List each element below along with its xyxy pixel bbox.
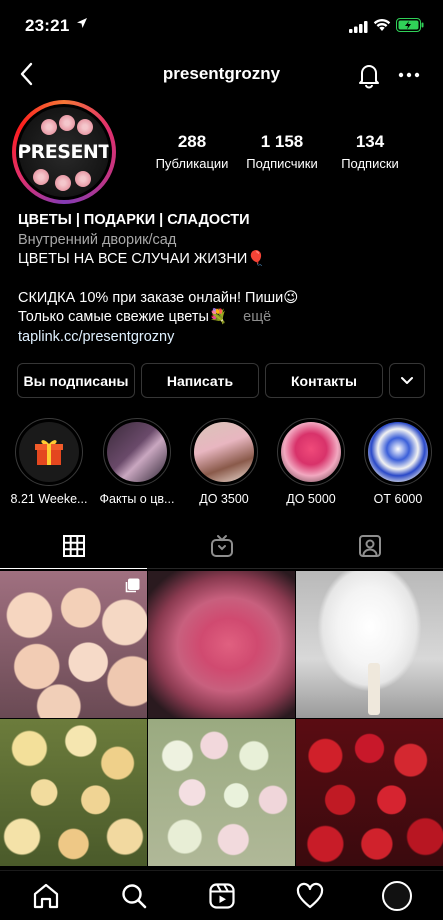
stat-label: Публикации <box>155 156 229 171</box>
notification-bell-icon[interactable] <box>355 61 383 89</box>
stat-value: 1 158 <box>260 132 304 151</box>
highlight-item[interactable]: 8.21 Weeke... <box>6 418 92 506</box>
highlight-item[interactable]: Факты о цв... <box>94 418 180 506</box>
profile-tab-avatar[interactable] <box>382 881 412 911</box>
highlight-label: Факты о цв... <box>99 492 175 506</box>
post-thumbnail[interactable] <box>296 719 443 866</box>
cellular-signal-icon <box>349 21 368 33</box>
home-icon[interactable] <box>31 881 61 911</box>
avatar-logo: PRESENT <box>19 107 109 197</box>
multiple-photos-icon <box>125 578 140 593</box>
bio-more-link[interactable]: ещё <box>243 309 271 325</box>
grid-icon <box>62 534 85 557</box>
highlight-label: ОТ 6000 <box>373 492 423 506</box>
post-thumbnail[interactable] <box>296 571 443 718</box>
stat-posts[interactable]: 288 Публикации <box>150 132 234 171</box>
post-thumbnail[interactable] <box>0 719 147 866</box>
highlight-item[interactable]: ДО 3500 <box>181 418 267 506</box>
tv-icon <box>210 535 233 557</box>
contacts-button[interactable]: Контакты <box>265 363 383 398</box>
more-options-icon[interactable] <box>396 61 422 89</box>
message-button[interactable]: Написать <box>141 363 259 398</box>
status-time: 23:21 <box>25 16 70 35</box>
tab-tagged[interactable] <box>296 523 443 569</box>
profile-avatar[interactable]: PRESENT <box>12 100 116 204</box>
profile-actions: Вы подписаны Написать Контакты <box>17 363 425 398</box>
bio-line: ЦВЕТЫ НА ВСЕ СЛУЧАИ ЖИЗНИ🎈 <box>18 251 266 267</box>
top-nav: presentgrozny <box>0 52 443 98</box>
profile-stats: 288 Публикации 1 158 Подписчики 134 Подп… <box>150 132 410 171</box>
status-bar: 23:21 <box>0 0 443 52</box>
profile-name: ЦВЕТЫ | ПОДАРКИ | СЛАДОСТИ <box>18 212 250 228</box>
highlight-label: ДО 5000 <box>286 492 336 506</box>
profile-bio: ЦВЕТЫ | ПОДАРКИ | СЛАДОСТИ Внутренний дв… <box>18 211 428 347</box>
highlight-item[interactable]: ОТ 6000 <box>355 418 441 506</box>
search-icon[interactable] <box>119 881 149 911</box>
post-thumbnail[interactable] <box>148 719 295 866</box>
bio-line: Только самые свежие цветы💐 <box>18 309 228 325</box>
highlight-thumbnail <box>281 422 341 482</box>
post-thumbnail[interactable] <box>148 571 295 718</box>
following-button[interactable]: Вы подписаны <box>17 363 135 398</box>
highlight-label: ДО 3500 <box>199 492 249 506</box>
stat-followers[interactable]: 1 158 Подписчики <box>234 132 330 171</box>
highlight-item[interactable]: ДО 5000 <box>268 418 354 506</box>
gift-box-icon <box>19 422 79 482</box>
reels-icon[interactable] <box>207 881 237 911</box>
posts-grid <box>0 571 443 866</box>
avatar-logo-text: PRESENT <box>19 141 109 163</box>
tagged-person-icon <box>358 535 381 557</box>
stat-label: Подписчики <box>246 156 318 171</box>
wifi-icon <box>373 19 391 31</box>
highlight-thumbnail <box>368 422 428 482</box>
profile-tabs <box>0 523 443 569</box>
stat-following[interactable]: 134 Подписки <box>330 132 410 171</box>
highlight-thumbnail <box>194 422 254 482</box>
stat-value: 134 <box>355 132 385 151</box>
post-thumbnail[interactable] <box>0 571 147 718</box>
profile-category: Внутренний дворик/сад <box>18 231 177 248</box>
bottom-tab-bar <box>0 870 443 920</box>
tab-posts-grid[interactable] <box>0 523 147 569</box>
tab-igtv[interactable] <box>148 523 295 569</box>
highlight-label: 8.21 Weeke... <box>10 492 88 506</box>
suggested-accounts-button[interactable] <box>389 363 425 398</box>
chevron-down-icon <box>401 376 413 384</box>
highlight-thumbnail <box>107 422 167 482</box>
battery-icon <box>396 18 424 32</box>
bio-line: СКИДКА 10% при заказе онлайн! Пиши😉 <box>18 289 299 306</box>
heart-icon[interactable] <box>295 881 325 911</box>
location-arrow-icon <box>77 18 87 28</box>
stat-label: Подписки <box>341 156 399 171</box>
stat-value: 288 <box>177 132 207 151</box>
profile-website-link[interactable]: taplink.cc/presentgrozny <box>18 328 428 348</box>
story-highlights: 8.21 Weeke... Факты о цв... ДО 3500 ДО 5… <box>0 418 443 513</box>
